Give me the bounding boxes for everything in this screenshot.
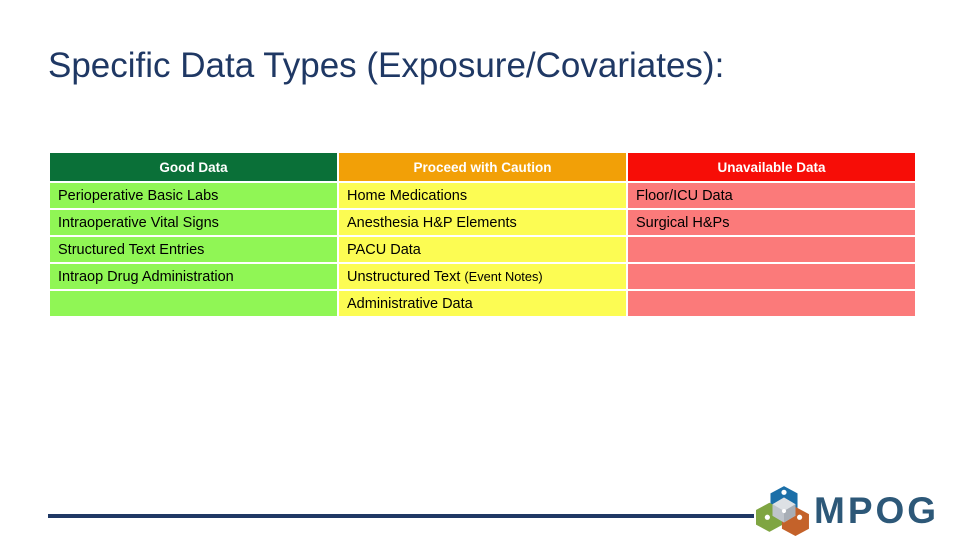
table-row: Intraoperative Vital Signs Anesthesia H&…: [50, 210, 915, 235]
table-row: Administrative Data: [50, 291, 915, 316]
cell-caution-4-note: (Event Notes): [464, 268, 543, 284]
cell-unavailable-1: Floor/ICU Data: [628, 183, 915, 208]
cell-good-4: Intraop Drug Administration: [50, 264, 337, 289]
cell-unavailable-4: [628, 264, 915, 289]
cell-unavailable-5: [628, 291, 915, 316]
table-row: Intraop Drug Administration Unstructured…: [50, 264, 915, 289]
column-header-good-data: Good Data: [50, 153, 337, 181]
column-header-proceed-with-caution: Proceed with Caution: [339, 153, 626, 181]
table-header-row: Good Data Proceed with Caution Unavailab…: [50, 153, 915, 181]
cell-caution-4-main: Unstructured Text: [347, 268, 465, 285]
cell-good-5: [50, 291, 337, 316]
column-header-unavailable-data: Unavailable Data: [628, 153, 915, 181]
slide-canvas: Specific Data Types (Exposure/Covariates…: [0, 0, 960, 540]
cell-unavailable-3: [628, 237, 915, 262]
cell-good-2: Intraoperative Vital Signs: [50, 210, 337, 235]
cell-caution-2: Anesthesia H&P Elements: [339, 210, 626, 235]
cell-caution-4: Unstructured Text (Event Notes): [339, 264, 626, 289]
table-row: Perioperative Basic Labs Home Medication…: [50, 183, 915, 208]
cell-caution-5: Administrative Data: [339, 291, 626, 316]
cell-good-3: Structured Text Entries: [50, 237, 337, 262]
footer-divider: [48, 514, 754, 518]
cell-caution-1: Home Medications: [339, 183, 626, 208]
data-types-table: Good Data Proceed with Caution Unavailab…: [48, 151, 917, 318]
mpog-cube-logo-icon: [755, 484, 812, 536]
page-title: Specific Data Types (Exposure/Covariates…: [48, 46, 725, 85]
table-row: Structured Text Entries PACU Data: [50, 237, 915, 262]
cell-caution-3: PACU Data: [339, 237, 626, 262]
cell-good-1: Perioperative Basic Labs: [50, 183, 337, 208]
mpog-wordmark: MPOG: [814, 489, 940, 531]
cell-unavailable-2: Surgical H&Ps: [628, 210, 915, 235]
mpog-logo: MPOG: [755, 484, 952, 536]
